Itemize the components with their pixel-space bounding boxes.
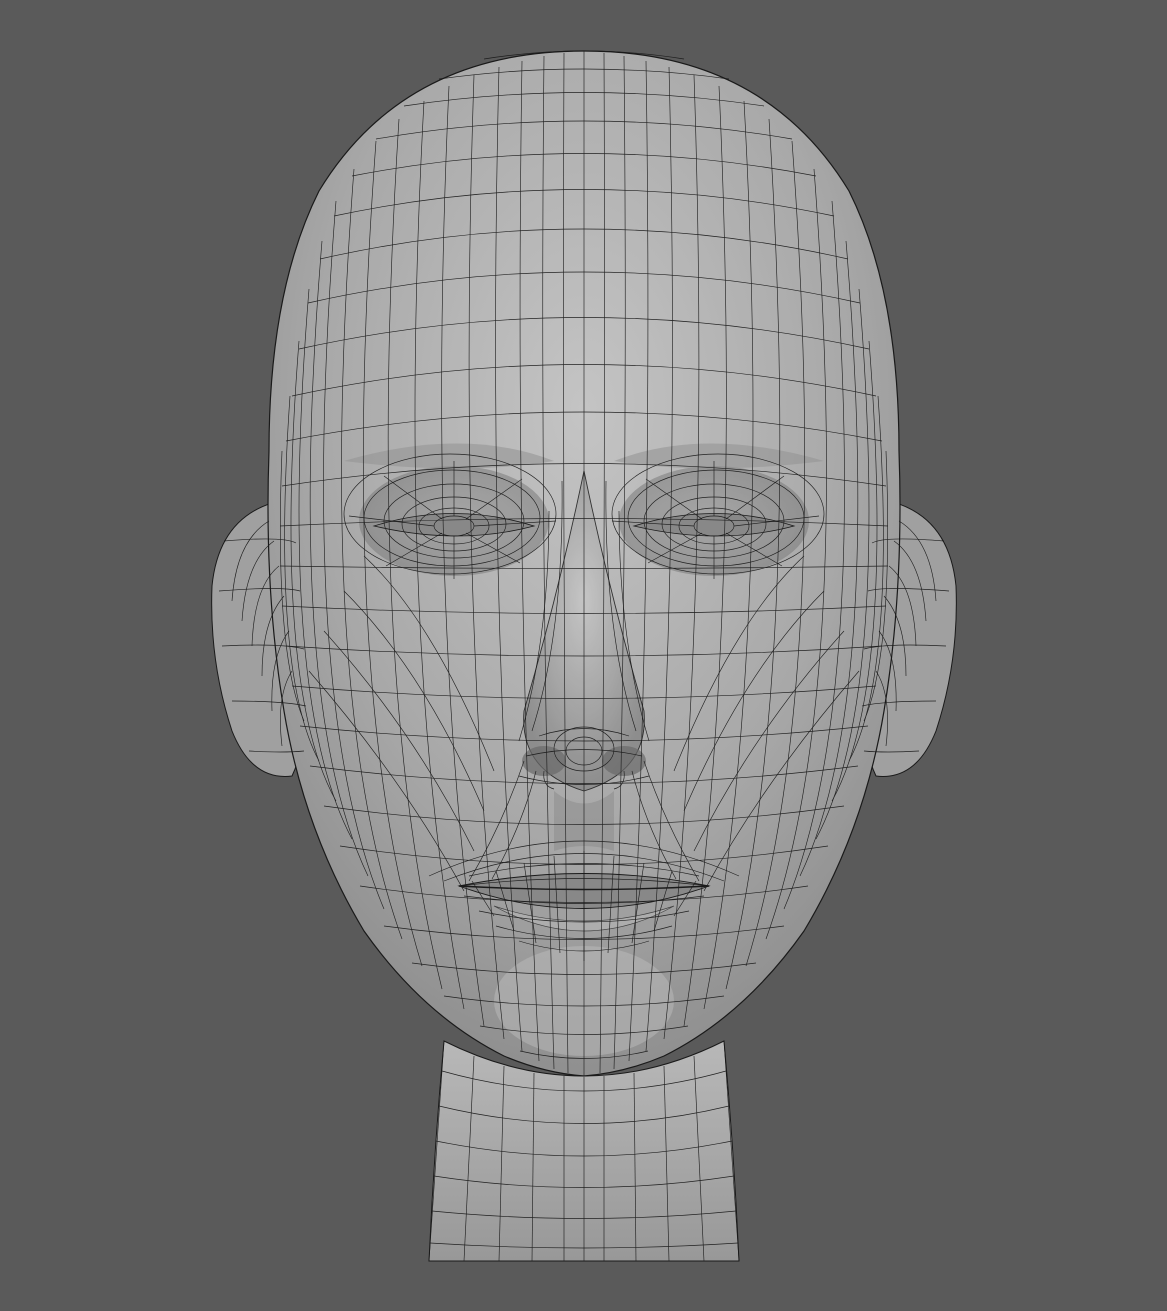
head-wireframe-model[interactable]: [124, 31, 1044, 1281]
3d-viewport[interactable]: [0, 0, 1167, 1311]
